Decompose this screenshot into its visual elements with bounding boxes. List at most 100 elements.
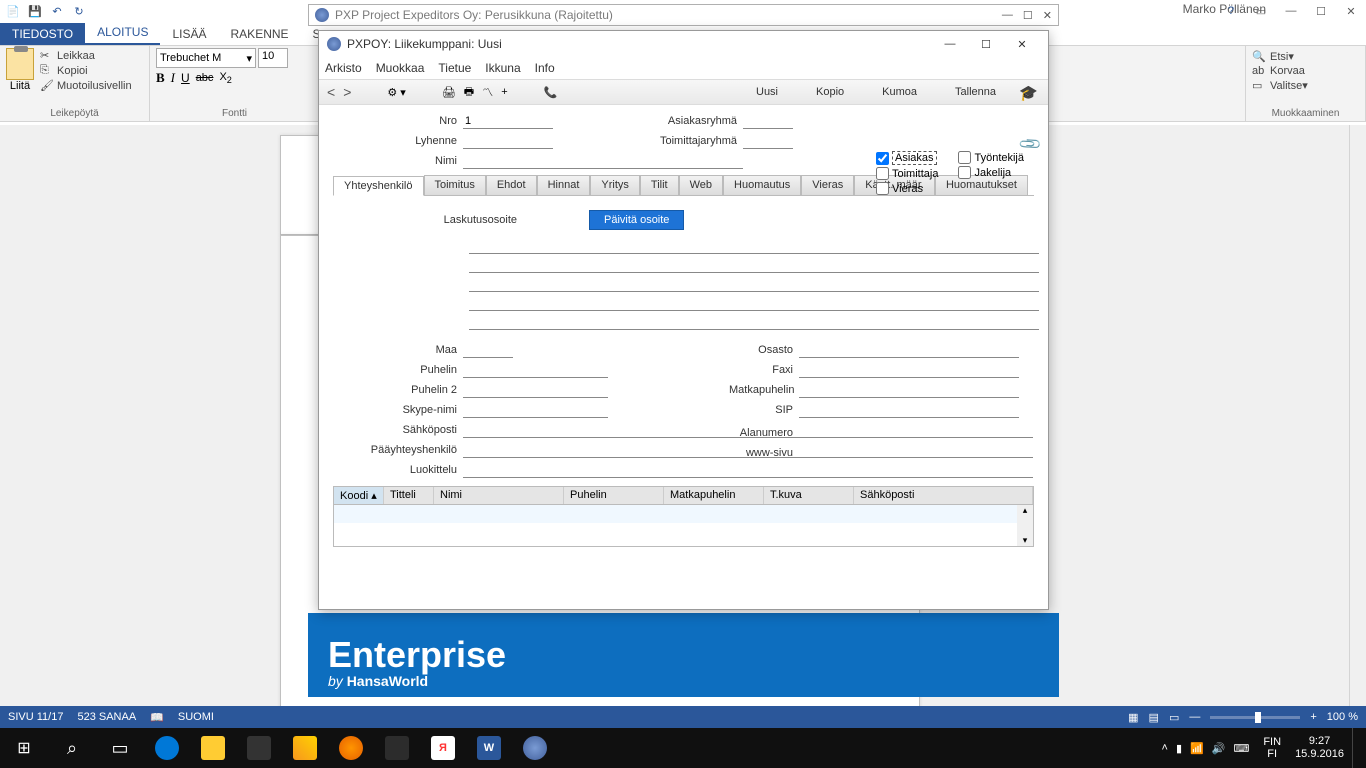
addr-line[interactable] [469, 293, 1039, 311]
scroll-down-icon[interactable]: ▾ [1023, 535, 1028, 546]
search-button[interactable]: ⌕ [48, 728, 96, 768]
input-sip[interactable] [799, 402, 1019, 418]
menu-tietue[interactable]: Tietue [438, 61, 471, 75]
gh-sposti[interactable]: Sähköposti [854, 487, 1033, 504]
paste-button[interactable]: Liitä [6, 48, 34, 92]
underline-button[interactable]: U [181, 71, 190, 85]
addr-line[interactable] [469, 236, 1039, 254]
chk-toimittaja[interactable]: Toimittaja [876, 167, 938, 180]
perus-minimize[interactable]: — [1002, 9, 1013, 22]
cut-button[interactable]: ✂Leikkaa [40, 49, 132, 63]
tool-kumoa[interactable]: Kumoa [882, 86, 917, 98]
tab-insert[interactable]: LISÄÄ [160, 23, 218, 45]
ptab-hinnat[interactable]: Hinnat [537, 175, 591, 195]
tool-uusi[interactable]: Uusi [756, 86, 778, 98]
plus-icon[interactable]: + [501, 86, 507, 98]
gh-puhelin[interactable]: Puhelin [564, 487, 664, 504]
strike-button[interactable]: abc [196, 72, 214, 84]
show-desktop[interactable] [1352, 728, 1366, 768]
nav-fwd-icon[interactable]: > [343, 84, 351, 100]
input-luok[interactable] [463, 462, 1033, 478]
view-read-icon[interactable]: ▦ [1128, 711, 1138, 724]
font-name-select[interactable]: Trebuchet M▾ [156, 48, 256, 68]
scroll-up-icon[interactable]: ▴ [1023, 505, 1028, 516]
status-lang[interactable]: SUOMI [178, 711, 214, 723]
ptab-web[interactable]: Web [679, 175, 723, 195]
ptab-yhteys[interactable]: Yhteyshenkilö [333, 176, 424, 196]
ptab-huom[interactable]: Huomautus [723, 175, 801, 195]
tb-explorer[interactable] [190, 728, 236, 768]
pxp-minimize[interactable]: — [932, 32, 968, 56]
minimize-icon[interactable]: — [1276, 0, 1306, 22]
input-faxi[interactable] [799, 362, 1019, 378]
pxp-close[interactable]: ✕ [1004, 32, 1040, 56]
printer-settings-icon[interactable]: 🖶 [464, 83, 474, 102]
tray-battery-icon[interactable]: ▮ [1176, 742, 1182, 755]
chk-asiakas[interactable]: Asiakas [876, 151, 938, 165]
tb-yandex[interactable]: Я [420, 728, 466, 768]
graduation-icon[interactable]: 🎓 [1019, 84, 1038, 102]
input-puhelin2[interactable] [463, 382, 608, 398]
grid-scrollbar[interactable]: ▴▾ [1017, 505, 1033, 546]
gh-titteli[interactable]: Titteli [384, 487, 434, 504]
input-matka[interactable] [799, 382, 1019, 398]
ptab-toimitus[interactable]: Toimitus [424, 175, 486, 195]
help-icon[interactable]: ? [1216, 0, 1246, 22]
tray-lang1[interactable]: FIN [1263, 736, 1281, 748]
ptab-vieras[interactable]: Vieras [801, 175, 854, 195]
ptab-ehdot[interactable]: Ehdot [486, 175, 537, 195]
grid-body[interactable]: ▴▾ [333, 505, 1034, 547]
italic-button[interactable]: I [171, 70, 175, 86]
zoom-slider[interactable] [1210, 716, 1300, 719]
nav-back-icon[interactable]: < [327, 84, 335, 100]
status-proof-icon[interactable]: 📖 [150, 711, 164, 724]
perus-close[interactable]: ✕ [1043, 9, 1052, 22]
replace-button[interactable]: abKorvaa [1252, 65, 1359, 77]
tab-struct[interactable]: RAKENNE [219, 23, 301, 45]
ptab-tilit[interactable]: Tilit [640, 175, 679, 195]
pxp-titlebar[interactable]: PXPOY: Liikekumppani: Uusi — ☐ ✕ [319, 31, 1048, 57]
tb-edge[interactable] [144, 728, 190, 768]
chk-tyontekija[interactable]: Työntekijä [958, 151, 1024, 164]
paivita-osoite-button[interactable]: Päivitä osoite [589, 210, 684, 230]
clock-date[interactable]: 15.9.2016 [1295, 748, 1344, 761]
tab-home[interactable]: ALOITUS [85, 21, 160, 45]
zoom-in-button[interactable]: + [1310, 711, 1316, 723]
tray-volume-icon[interactable]: 🔊 [1212, 742, 1226, 755]
menu-arkisto[interactable]: Arkisto [325, 61, 362, 75]
gh-tkuva[interactable]: T.kuva [764, 487, 854, 504]
menu-muokkaa[interactable]: Muokkaa [376, 61, 425, 75]
gh-nimi[interactable]: Nimi [434, 487, 564, 504]
grid-row[interactable] [334, 505, 1033, 523]
redo-icon[interactable]: ↻ [70, 2, 88, 20]
vertical-scrollbar[interactable] [1349, 125, 1366, 742]
tray-keyboard-icon[interactable]: ⌨ [1233, 742, 1249, 755]
zoom-value[interactable]: 100 % [1327, 711, 1358, 723]
input-toiry[interactable] [743, 133, 793, 149]
tray-up-icon[interactable]: ˄ [1162, 742, 1168, 754]
save-icon[interactable]: 💾 [26, 2, 44, 20]
addr-line[interactable] [469, 255, 1039, 273]
chart-icon[interactable]: 〽 [482, 84, 493, 100]
input-lyhenne[interactable] [463, 133, 553, 149]
tray-wifi-icon[interactable]: 📶 [1190, 742, 1204, 755]
input-skype[interactable] [463, 402, 608, 418]
copy-button[interactable]: ⎘Kopioi [40, 64, 132, 78]
format-painter-button[interactable]: 🖌Muotoilusivellin [40, 79, 132, 93]
phone-icon[interactable]: 📞 [544, 86, 558, 99]
view-print-icon[interactable]: ▤ [1149, 711, 1159, 724]
gh-matka[interactable]: Matkapuhelin [664, 487, 764, 504]
tb-word[interactable]: W [466, 728, 512, 768]
input-nro[interactable] [463, 113, 553, 129]
tool-tallenna[interactable]: Tallenna [955, 86, 996, 98]
chk-jakelija[interactable]: Jakelija [958, 166, 1024, 179]
select-button[interactable]: ▭Valitse ▾ [1252, 79, 1359, 92]
subscript-button[interactable]: X2 [219, 71, 231, 85]
clock-time[interactable]: 9:27 [1295, 735, 1344, 748]
addr-line[interactable] [469, 274, 1039, 292]
find-button[interactable]: 🔍Etsi ▾ [1252, 50, 1359, 63]
menu-ikkuna[interactable]: Ikkuna [485, 61, 520, 75]
tab-file[interactable]: TIEDOSTO [0, 23, 85, 45]
perus-maximize[interactable]: ☐ [1023, 9, 1033, 22]
input-puhelin[interactable] [463, 362, 608, 378]
